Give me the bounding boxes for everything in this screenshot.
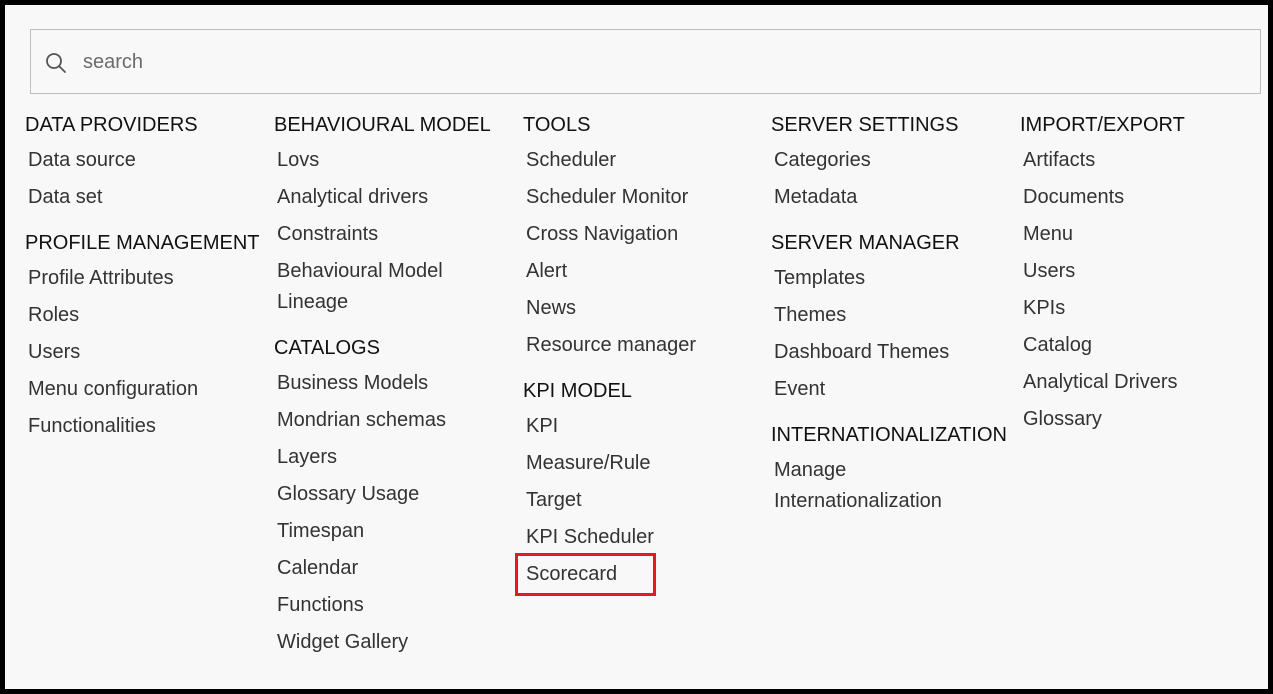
menu-item-event[interactable]: Event xyxy=(771,371,1016,408)
menu-item-users[interactable]: Users xyxy=(25,334,270,371)
menu-item-business-models[interactable]: Business Models xyxy=(274,365,519,402)
section-title: DATA PROVIDERS xyxy=(25,114,198,136)
section-profile-management: PROFILE MANAGEMENT Profile Attributes Ro… xyxy=(25,230,270,445)
menu-item-cross-navigation[interactable]: Cross Navigation xyxy=(523,216,768,253)
menu-column-2: BEHAVIOURAL MODEL Lovs Analytical driver… xyxy=(274,112,519,675)
menu-item-widget-gallery[interactable]: Widget Gallery xyxy=(274,624,519,661)
menu-item-resource-manager[interactable]: Resource manager xyxy=(523,327,768,364)
section-title: CATALOGS xyxy=(274,337,380,359)
menu-item-categories[interactable]: Categories xyxy=(771,142,1016,179)
menu-item-documents[interactable]: Documents xyxy=(1020,179,1265,216)
menu-item-constraints[interactable]: Constraints xyxy=(274,216,519,253)
section-title: TOOLS xyxy=(523,114,591,136)
section-import-export: IMPORT/EXPORT Artifacts Documents Menu U… xyxy=(1020,112,1265,438)
menu-item-layers[interactable]: Layers xyxy=(274,439,519,476)
section-tools: TOOLS Scheduler Scheduler Monitor Cross … xyxy=(523,112,768,364)
menu-item-users-export[interactable]: Users xyxy=(1020,253,1265,290)
menu-item-kpi-scheduler[interactable]: KPI Scheduler xyxy=(523,519,768,556)
menu-item-functionalities[interactable]: Functionalities xyxy=(25,408,270,445)
search-icon xyxy=(44,51,68,75)
section-title: BEHAVIOURAL MODEL xyxy=(274,114,491,136)
menu-item-timespan[interactable]: Timespan xyxy=(274,513,519,550)
menu-column-3: TOOLS Scheduler Scheduler Monitor Cross … xyxy=(515,112,768,607)
menu-item-menu-configuration[interactable]: Menu configuration xyxy=(25,371,270,408)
menu-item-analytical-drivers[interactable]: Analytical drivers xyxy=(274,179,519,216)
section-title: SERVER SETTINGS xyxy=(771,114,959,136)
section-title: PROFILE MANAGEMENT xyxy=(25,232,260,254)
menu-column-1: DATA PROVIDERS Data source Data set PROF… xyxy=(25,112,270,459)
menu-item-manage-internationalization[interactable]: Manage Internationalization xyxy=(771,452,974,520)
menu-item-catalog[interactable]: Catalog xyxy=(1020,327,1265,364)
search-box[interactable] xyxy=(30,29,1261,94)
menu-item-functions[interactable]: Functions xyxy=(274,587,519,624)
menu-item-alert[interactable]: Alert xyxy=(523,253,768,290)
menu-item-measure-rule[interactable]: Measure/Rule xyxy=(523,445,768,482)
menu-item-lovs[interactable]: Lovs xyxy=(274,142,519,179)
menu-column-5: IMPORT/EXPORT Artifacts Documents Menu U… xyxy=(1020,112,1265,452)
menu-item-behavioural-model-lineage[interactable]: Behavioural Model Lineage xyxy=(274,253,477,321)
menu-item-profile-attributes[interactable]: Profile Attributes xyxy=(25,260,270,297)
menu-item-scheduler[interactable]: Scheduler xyxy=(523,142,768,179)
menu-item-kpi[interactable]: KPI xyxy=(523,408,768,445)
section-title: IMPORT/EXPORT xyxy=(1020,114,1185,136)
section-kpi-model: KPI MODEL KPI Measure/Rule Target KPI Sc… xyxy=(515,378,768,596)
menu-item-scorecard[interactable]: Scorecard xyxy=(515,553,656,596)
menu-item-glossary[interactable]: Glossary xyxy=(1020,401,1265,438)
section-title: KPI MODEL xyxy=(523,380,632,402)
section-data-providers: DATA PROVIDERS Data source Data set xyxy=(25,112,270,216)
menu-item-data-set[interactable]: Data set xyxy=(25,179,270,216)
section-title: INTERNATIONALIZATION xyxy=(771,424,1007,446)
search-input[interactable] xyxy=(83,46,1233,78)
menu-item-roles[interactable]: Roles xyxy=(25,297,270,334)
menu-item-scheduler-monitor[interactable]: Scheduler Monitor xyxy=(523,179,768,216)
menu-column-4: SERVER SETTINGS Categories Metadata SERV… xyxy=(771,112,1016,534)
menu-item-target[interactable]: Target xyxy=(523,482,768,519)
section-behavioural-model: BEHAVIOURAL MODEL Lovs Analytical driver… xyxy=(274,112,519,321)
menu-item-glossary-usage[interactable]: Glossary Usage xyxy=(274,476,519,513)
menu-item-artifacts[interactable]: Artifacts xyxy=(1020,142,1265,179)
section-title: SERVER MANAGER xyxy=(771,232,960,254)
section-catalogs: CATALOGS Business Models Mondrian schema… xyxy=(274,335,519,661)
section-server-settings: SERVER SETTINGS Categories Metadata xyxy=(771,112,1016,216)
menu-item-kpis[interactable]: KPIs xyxy=(1020,290,1265,327)
menu-item-menu[interactable]: Menu xyxy=(1020,216,1265,253)
menu-item-mondrian-schemas[interactable]: Mondrian schemas xyxy=(274,402,519,439)
section-internationalization: INTERNATIONALIZATION Manage Internationa… xyxy=(771,422,1016,520)
menu-item-metadata[interactable]: Metadata xyxy=(771,179,1016,216)
menu-item-calendar[interactable]: Calendar xyxy=(274,550,519,587)
menu-item-themes[interactable]: Themes xyxy=(771,297,1016,334)
menu-item-analytical-drivers-export[interactable]: Analytical Drivers xyxy=(1020,364,1265,401)
menu-item-data-source[interactable]: Data source xyxy=(25,142,270,179)
menu-item-dashboard-themes[interactable]: Dashboard Themes xyxy=(771,334,1016,371)
menu-item-templates[interactable]: Templates xyxy=(771,260,1016,297)
menu-panel: DATA PROVIDERS Data source Data set PROF… xyxy=(0,0,1273,694)
section-server-manager: SERVER MANAGER Templates Themes Dashboar… xyxy=(771,230,1016,408)
menu-item-news[interactable]: News xyxy=(523,290,768,327)
